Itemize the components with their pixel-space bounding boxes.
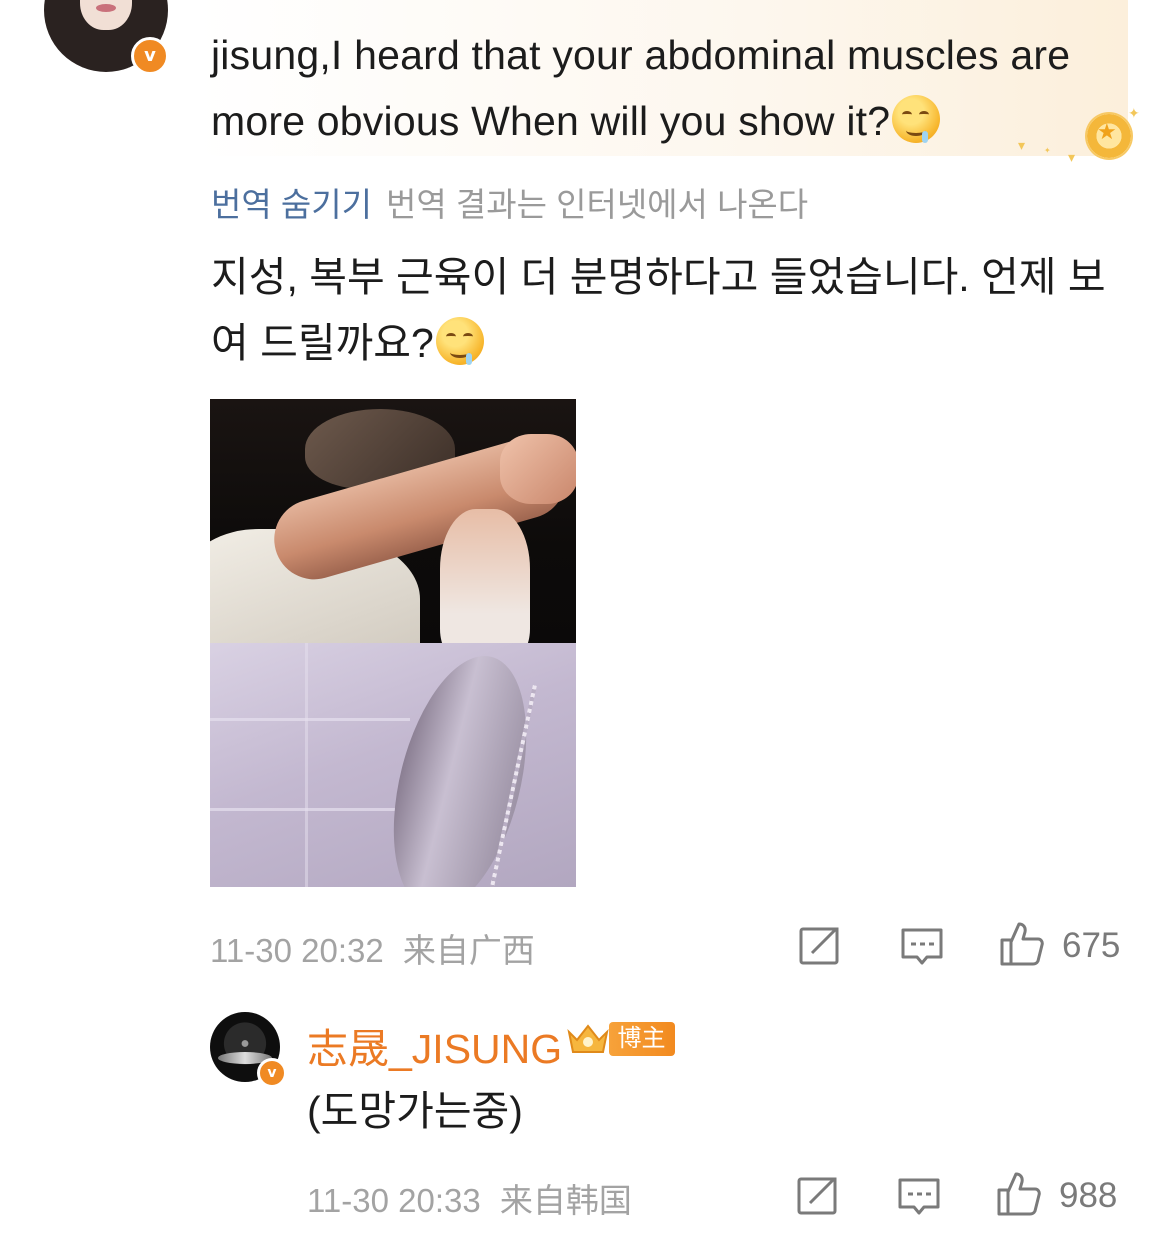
verified-badge-icon: v — [131, 37, 169, 75]
blogger-badge: 博主 — [565, 1020, 676, 1060]
crown-icon — [567, 1024, 609, 1053]
verified-badge-icon: v — [257, 1058, 287, 1088]
translation-source-note: 번역 결과는 인터넷에서 나온다 — [385, 186, 809, 223]
hide-translation-link[interactable]: 번역 숨기기 — [211, 186, 372, 223]
comment-text-en: jisung,I heard that your abdominal muscl… — [211, 32, 1071, 144]
drooling-face-emoji-icon — [435, 317, 484, 365]
comment-translation: 지성, 복부 근육이 더 분명하다고 들었습니다. 언제 보여 드릴까요? — [211, 244, 1111, 376]
reply-meta: 11-30 20:33 来自韩国 — [307, 1174, 632, 1222]
reply-author-name[interactable]: 志晟_JISUNG — [307, 1015, 562, 1075]
comment-text-ko: 지성, 복부 근육이 더 분명하다고 들었습니다. 언제 보여 드릴까요? — [211, 254, 1106, 366]
translation-bar: 번역 숨기기 번역 결과는 인터넷에서 나온다 — [211, 185, 808, 225]
like-icon[interactable] — [995, 1170, 1043, 1218]
comment-location: 来自广西 — [402, 932, 535, 969]
reply-location: 来自韩国 — [499, 1182, 632, 1219]
comment-body: jisung,I heard that your abdominal muscl… — [211, 22, 1111, 154]
comment-icon[interactable] — [900, 926, 944, 970]
like-icon[interactable] — [998, 920, 1046, 968]
drooling-face-emoji-icon — [892, 95, 941, 143]
comment-image-2[interactable] — [210, 643, 576, 887]
sparkle-icon: ✦ — [1128, 106, 1140, 122]
share-icon[interactable] — [796, 1174, 840, 1218]
blogger-badge-label: 博主 — [609, 1022, 676, 1056]
reply-body: (도망가는중) — [307, 1088, 523, 1134]
sparkle-icon: ▾ — [1068, 150, 1076, 166]
comment-timestamp: 11-30 20:32 — [210, 932, 384, 969]
reply-timestamp: 11-30 20:33 — [307, 1182, 481, 1219]
like-count: 988 — [1059, 1176, 1118, 1215]
sparkle-icon: ▾ — [1018, 138, 1026, 154]
comment-icon[interactable] — [897, 1176, 941, 1220]
like-count: 675 — [1062, 926, 1121, 965]
share-icon[interactable] — [798, 924, 842, 968]
comment-meta: 11-30 20:32 来自广西 — [210, 924, 535, 972]
comment-image-1[interactable] — [210, 399, 576, 643]
sparkle-icon: ✦ — [1044, 146, 1051, 155]
